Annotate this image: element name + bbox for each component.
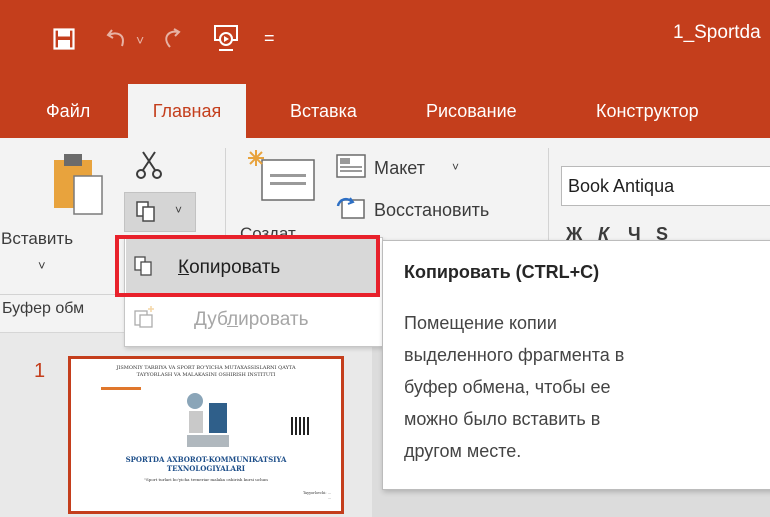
tooltip-line: другом месте. <box>404 441 522 461</box>
tooltip-title: Копировать (CTRL+C) <box>404 262 600 282</box>
undo-icon[interactable] <box>106 26 130 50</box>
tooltip-body: Помещение копии выделенного фрагмента в … <box>404 307 624 467</box>
slide-thumbnail[interactable]: JISMONIY TARBIYA VA SPORT BO'YICHA MUTAX… <box>68 356 344 514</box>
paste-icon[interactable] <box>52 150 104 216</box>
chevron-down-icon: ˅ <box>175 203 183 217</box>
layout-label[interactable]: Макет <box>374 158 425 179</box>
tooltip: Копировать (CTRL+C) Помещение копии выде… <box>382 240 770 490</box>
cut-icon[interactable] <box>134 150 164 180</box>
layout-chevron-icon[interactable]: ˅ <box>452 160 459 174</box>
slide-accent-line <box>101 387 141 390</box>
slide-subtitle: "Sport turlari bo'yicha treneriar malaka… <box>144 477 268 482</box>
tooltip-line: можно было вставить в <box>404 409 601 429</box>
save-icon[interactable] <box>53 28 75 50</box>
tab-home[interactable]: Главная <box>128 84 246 138</box>
reset-icon[interactable] <box>336 196 366 220</box>
tab-file[interactable]: Файл <box>38 84 98 138</box>
slide-footer-line: ... <box>327 496 331 500</box>
menu-item-duplicate-label: Дублировать <box>194 309 309 330</box>
reset-label[interactable]: Восстановить <box>374 200 489 221</box>
new-slide-icon[interactable] <box>248 150 318 208</box>
redo-icon[interactable] <box>160 26 184 50</box>
copy-icon <box>136 201 155 222</box>
slide-illustration <box>183 389 233 451</box>
paste-label[interactable]: Вставить <box>1 229 73 249</box>
tooltip-line: буфер обмена, чтобы ее <box>404 377 611 397</box>
window-title: 1_Sportda <box>673 22 761 43</box>
slide-title-line: SPORTDA AXBOROT-KOMMUNIKATSIYA <box>125 455 287 464</box>
presentation-icon[interactable] <box>213 24 239 52</box>
slide-header-line: JISMONIY TARBIYA VA SPORT BO'YICHA MUTAX… <box>116 365 296 371</box>
highlight-box <box>115 235 380 297</box>
customize-icon[interactable]: = <box>264 28 275 48</box>
group-label-divider <box>0 294 124 295</box>
tooltip-line: выделенного фрагмента в <box>404 345 625 365</box>
copy-split-button[interactable]: ˅ <box>124 192 196 232</box>
tab-draw[interactable]: Рисование <box>418 84 525 138</box>
tab-design[interactable]: Конструктор <box>588 84 707 138</box>
layout-icon[interactable] <box>336 154 366 178</box>
font-name-combobox[interactable]: Book Antiqua <box>561 166 770 206</box>
slide-title-line: TEXNOLOGIYALARI <box>166 464 246 473</box>
clipboard-group-label: Буфер обм <box>2 300 85 317</box>
duplicate-icon <box>134 305 156 329</box>
paste-chevron-icon[interactable]: ˅ <box>38 258 46 273</box>
tab-insert[interactable]: Вставка <box>282 84 365 138</box>
undo-chevron-icon[interactable]: ˅ <box>136 30 144 50</box>
slide-number: 1 <box>34 360 46 382</box>
tooltip-line: Помещение копии <box>404 313 557 333</box>
slide-header-line: TAYYORLASH VA MALAKASINI OSHIRISH INSTIT… <box>136 372 276 378</box>
qr-code <box>291 417 309 435</box>
font-name-value: Book Antiqua <box>568 176 675 196</box>
